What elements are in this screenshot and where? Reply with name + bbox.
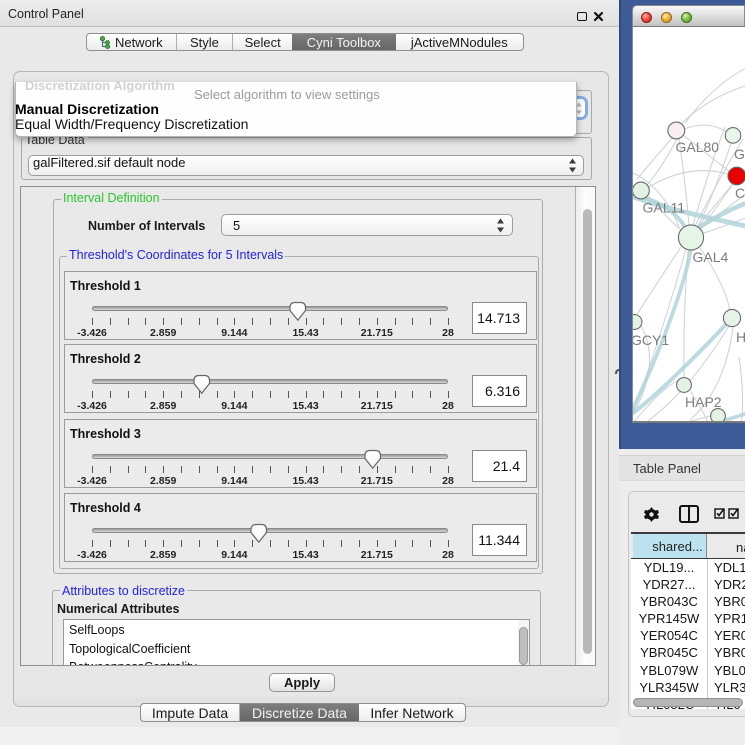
svg-text:GCY1: GCY1	[633, 332, 669, 348]
svg-text:GAL11: GAL11	[643, 200, 686, 216]
svg-text:HAP2: HAP2	[685, 394, 722, 410]
svg-text:H: H	[736, 329, 745, 345]
svg-text:GAL4: GAL4	[693, 249, 729, 265]
svg-text:GAL80: GAL80	[676, 139, 720, 155]
svg-text:GA: GA	[734, 146, 745, 162]
svg-text:C: C	[735, 185, 745, 201]
